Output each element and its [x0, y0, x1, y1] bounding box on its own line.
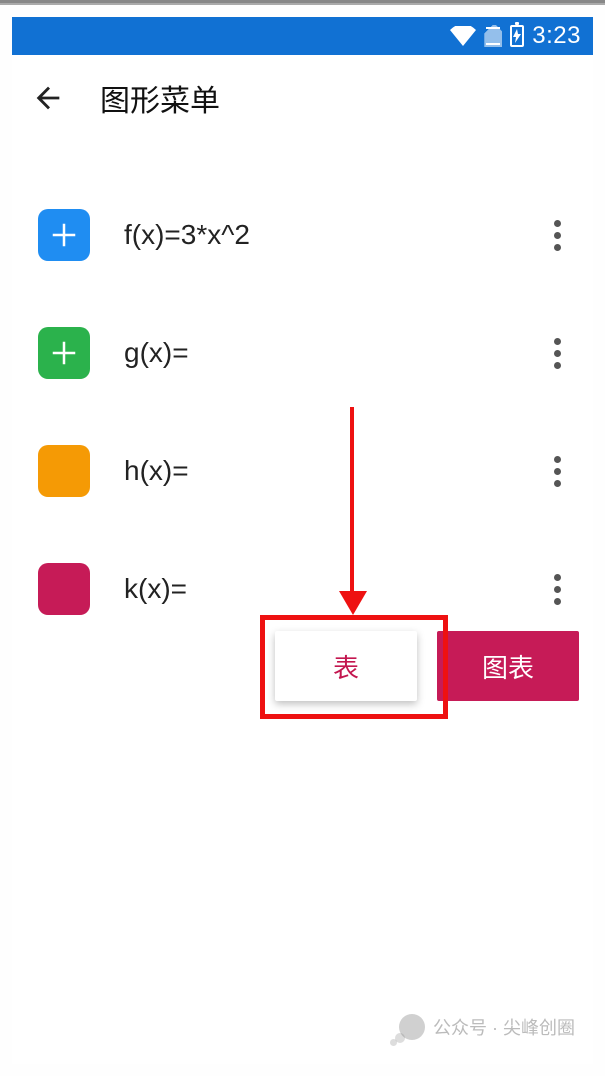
- more-options-button[interactable]: [535, 567, 579, 611]
- back-button[interactable]: [26, 76, 70, 120]
- wechat-icon: [399, 1014, 425, 1040]
- status-bar: 3:23: [12, 17, 593, 55]
- app-bar: 图形菜单: [12, 55, 593, 140]
- more-options-button[interactable]: [535, 331, 579, 375]
- chart-button[interactable]: 图表: [437, 631, 579, 701]
- function-label: g(x)=: [124, 337, 535, 369]
- watermark: 公众号 · 尖峰创圈: [399, 1014, 575, 1040]
- function-label: h(x)=: [124, 455, 535, 487]
- function-color-box[interactable]: [38, 445, 90, 497]
- table-button[interactable]: 表: [275, 631, 417, 701]
- function-color-box[interactable]: [38, 209, 90, 261]
- function-color-box[interactable]: [38, 327, 90, 379]
- more-options-button[interactable]: [535, 449, 579, 493]
- more-vertical-icon: [554, 574, 561, 605]
- function-label: k(x)=: [124, 573, 535, 605]
- phone-frame: 3:23 图形菜单 f(x)=3*x^2 g(x)= h(x)= k(x)= 表 图表…: [0, 5, 605, 1076]
- function-label: f(x)=3*x^2: [124, 219, 535, 251]
- arrow-left-icon: [31, 81, 65, 115]
- page-title: 图形菜单: [100, 76, 220, 120]
- sim-icon: [484, 25, 502, 47]
- more-vertical-icon: [554, 456, 561, 487]
- function-item[interactable]: h(x)=: [12, 412, 593, 530]
- watermark-text: 公众号 · 尖峰创圈: [433, 1014, 575, 1040]
- mode-button-row: 表 图表: [275, 631, 579, 701]
- status-clock: 3:23: [532, 22, 581, 50]
- function-item[interactable]: g(x)=: [12, 294, 593, 412]
- more-options-button[interactable]: [535, 213, 579, 257]
- plus-icon: [49, 220, 79, 250]
- function-color-box[interactable]: [38, 563, 90, 615]
- function-item[interactable]: f(x)=3*x^2: [12, 176, 593, 294]
- battery-charging-icon: [510, 25, 524, 47]
- plus-icon: [49, 338, 79, 368]
- more-vertical-icon: [554, 220, 561, 251]
- more-vertical-icon: [554, 338, 561, 369]
- function-list: f(x)=3*x^2 g(x)= h(x)= k(x)=: [12, 140, 593, 648]
- wifi-icon: [450, 26, 476, 46]
